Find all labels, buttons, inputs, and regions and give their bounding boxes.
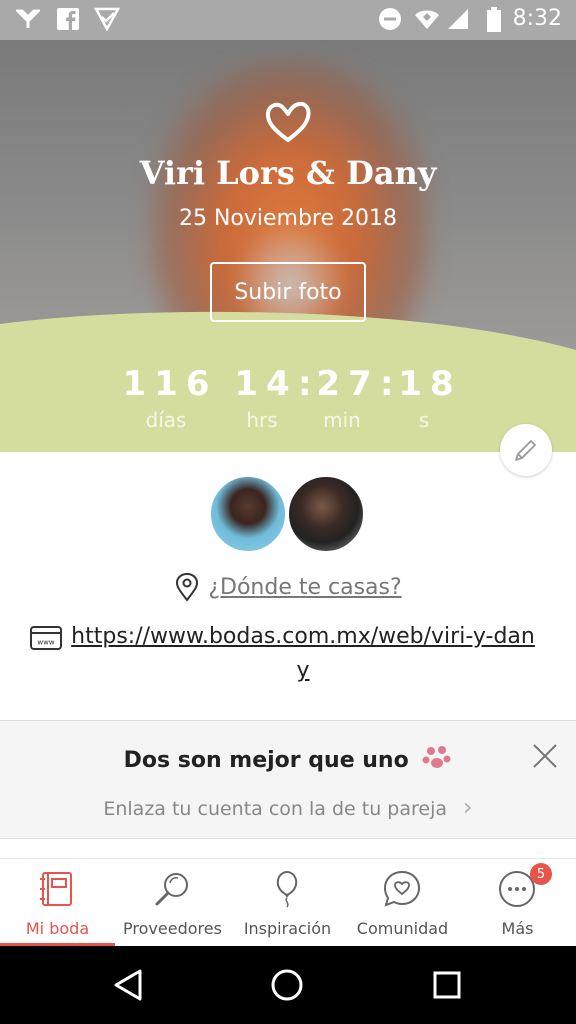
balloon-icon (276, 870, 298, 908)
promo-subtitle[interactable]: Enlaza tu cuenta con la de tu pareja › (0, 793, 576, 821)
nav-item-inspiracion[interactable]: Inspiración (230, 859, 345, 947)
nav-item-mi-boda[interactable]: Mi boda (0, 859, 115, 947)
web-icon: www (30, 626, 62, 650)
countdown-seconds: 18 (398, 364, 462, 404)
upload-photo-button[interactable]: Subir foto (210, 262, 366, 322)
heart-logo-icon (265, 101, 311, 142)
pencil-icon (515, 440, 536, 461)
edit-button[interactable] (500, 424, 552, 476)
svg-text:www: www (37, 639, 54, 647)
home-icon[interactable] (270, 968, 304, 1002)
nav-label: Más (501, 919, 534, 938)
paw-icon (422, 746, 451, 768)
countdown-hours-label: hrs (246, 408, 278, 432)
wifi-off-icon (16, 9, 40, 28)
countdown-separator: : (298, 364, 312, 404)
search-icon (155, 873, 188, 906)
back-icon[interactable] (112, 968, 144, 1002)
nav-item-proveedores[interactable]: Proveedores (115, 859, 230, 947)
location-link[interactable]: ¿Dónde te casas? (0, 572, 576, 602)
countdown-minutes-label: min (323, 408, 361, 432)
couple-name: Viri Lors & Dany (139, 154, 437, 192)
chevron-right-icon: › (463, 793, 473, 821)
countdown: 116 14 : 27 : 18 días hrs min s (0, 364, 576, 444)
facebook-icon (57, 8, 79, 30)
website-url-link[interactable]: https://www.bodas.com.mx/web/viri-y-dany (68, 620, 538, 688)
notebook-icon (40, 872, 72, 906)
do-not-disturb-icon (379, 8, 401, 30)
close-icon[interactable] (530, 741, 560, 771)
hero-banner: Viri Lors & Dany 25 Noviembre 2018 Subir… (0, 40, 576, 452)
system-nav-bar (0, 946, 576, 1024)
nav-item-mas[interactable]: 5 Más (460, 859, 575, 947)
nav-label: Proveedores (123, 919, 222, 938)
play-store-icon (94, 7, 120, 31)
notification-badge: 5 (530, 863, 552, 885)
status-time: 8:32 (512, 6, 562, 31)
countdown-separator: : (380, 364, 394, 404)
nav-label: Mi boda (25, 919, 90, 938)
bottom-nav: Mi boda Proveedores Inspiración Comunida… (0, 858, 576, 946)
chat-heart-icon (383, 870, 421, 907)
countdown-hours: 14 (234, 364, 298, 404)
location-pin-icon (176, 572, 199, 602)
recents-icon[interactable] (432, 970, 462, 1000)
avatar-partner-1[interactable] (208, 474, 288, 554)
signal-icon (448, 9, 468, 29)
divider (0, 838, 576, 839)
promo-title-text: Dos son mejor que uno (123, 748, 409, 773)
location-prompt[interactable]: ¿Dónde te casas? (208, 575, 401, 600)
nav-label: Inspiración (243, 919, 332, 938)
wifi-icon (415, 10, 439, 29)
wedding-date: 25 Noviembre 2018 (178, 206, 398, 231)
countdown-days: 116 (122, 364, 218, 404)
countdown-days-label: días (145, 408, 187, 432)
countdown-minutes: 27 (316, 364, 380, 404)
status-bar: 8:32 (0, 0, 576, 40)
promo-title: Dos son mejor que uno (0, 745, 576, 773)
nav-item-comunidad[interactable]: Comunidad (345, 859, 460, 947)
partner-link-banner[interactable]: Dos son mejor que uno Enlaza tu cuenta c… (0, 721, 576, 839)
avatar-partner-2[interactable] (286, 474, 366, 554)
promo-subtitle-text: Enlaza tu cuenta con la de tu pareja (103, 798, 447, 820)
battery-icon (487, 7, 501, 32)
countdown-seconds-label: s (418, 408, 430, 432)
nav-label: Comunidad (356, 919, 449, 938)
